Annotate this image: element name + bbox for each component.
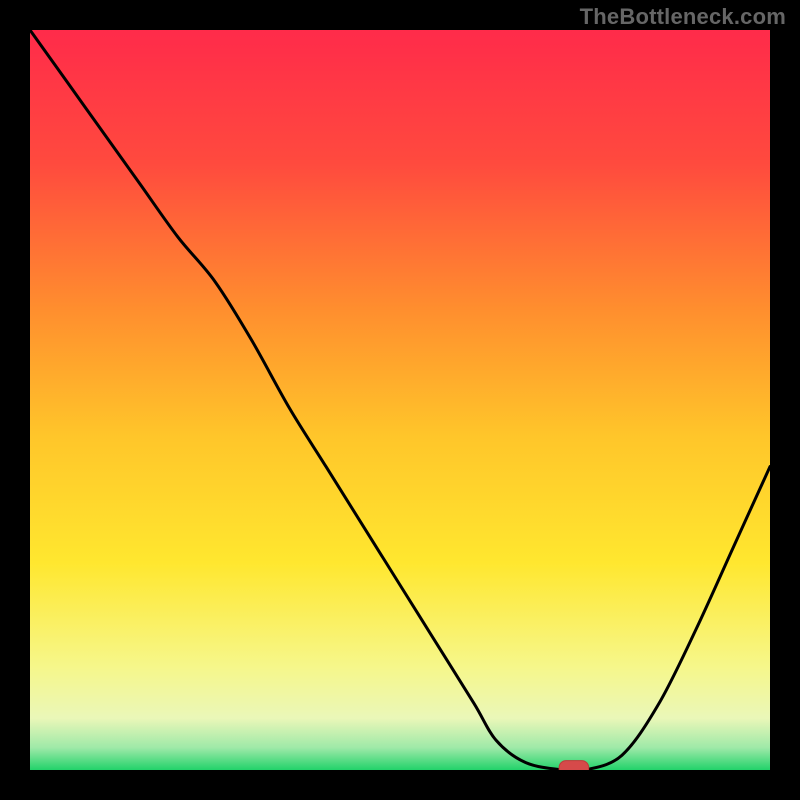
optimal-marker — [559, 761, 589, 770]
chart-svg — [30, 30, 770, 770]
gradient-background — [30, 30, 770, 770]
chart-plot-area — [30, 30, 770, 770]
watermark-text: TheBottleneck.com — [580, 4, 786, 30]
